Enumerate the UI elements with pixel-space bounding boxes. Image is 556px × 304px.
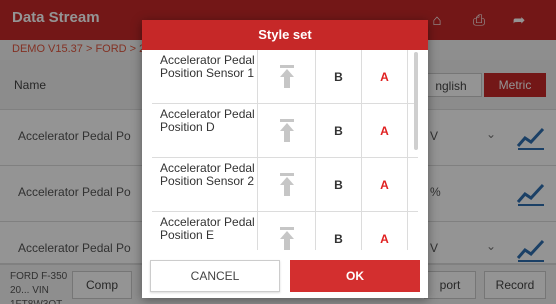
- style-b-button[interactable]: B: [316, 158, 362, 212]
- list-item: Accelerator Pedal Position D B A: [152, 104, 418, 158]
- move-to-top-button[interactable]: [258, 50, 316, 104]
- style-a-button[interactable]: A: [362, 158, 408, 212]
- item-name: Accelerator Pedal Position Sensor 1: [152, 50, 258, 104]
- dialog-item-list[interactable]: Accelerator Pedal Position Sensor 1 B A …: [152, 50, 418, 250]
- list-item: Accelerator Pedal Position Sensor 2 B A: [152, 158, 418, 212]
- style-b-button[interactable]: B: [316, 104, 362, 158]
- arrow-up-icon: [280, 119, 294, 142]
- move-to-top-button[interactable]: [258, 158, 316, 212]
- dialog-title: Style set: [142, 20, 428, 50]
- list-item: Accelerator Pedal Position E B A: [152, 212, 418, 250]
- arrow-up-icon: [280, 65, 294, 88]
- item-name: Accelerator Pedal Position D: [152, 104, 258, 158]
- item-name: Accelerator Pedal Position Sensor 2: [152, 158, 258, 212]
- style-set-dialog: Style set Accelerator Pedal Position Sen…: [142, 20, 428, 298]
- scrollbar[interactable]: [414, 52, 418, 150]
- style-b-button[interactable]: B: [316, 212, 362, 250]
- cancel-button[interactable]: CANCEL: [150, 260, 280, 292]
- move-to-top-button[interactable]: [258, 104, 316, 158]
- arrow-up-icon: [280, 227, 294, 250]
- ok-button[interactable]: OK: [290, 260, 420, 292]
- arrow-up-icon: [280, 173, 294, 196]
- style-b-button[interactable]: B: [316, 50, 362, 104]
- move-to-top-button[interactable]: [258, 212, 316, 250]
- list-item: Accelerator Pedal Position Sensor 1 B A: [152, 50, 418, 104]
- style-a-button[interactable]: A: [362, 104, 408, 158]
- style-a-button[interactable]: A: [362, 212, 408, 250]
- item-name: Accelerator Pedal Position E: [152, 212, 258, 250]
- style-a-button[interactable]: A: [362, 50, 408, 104]
